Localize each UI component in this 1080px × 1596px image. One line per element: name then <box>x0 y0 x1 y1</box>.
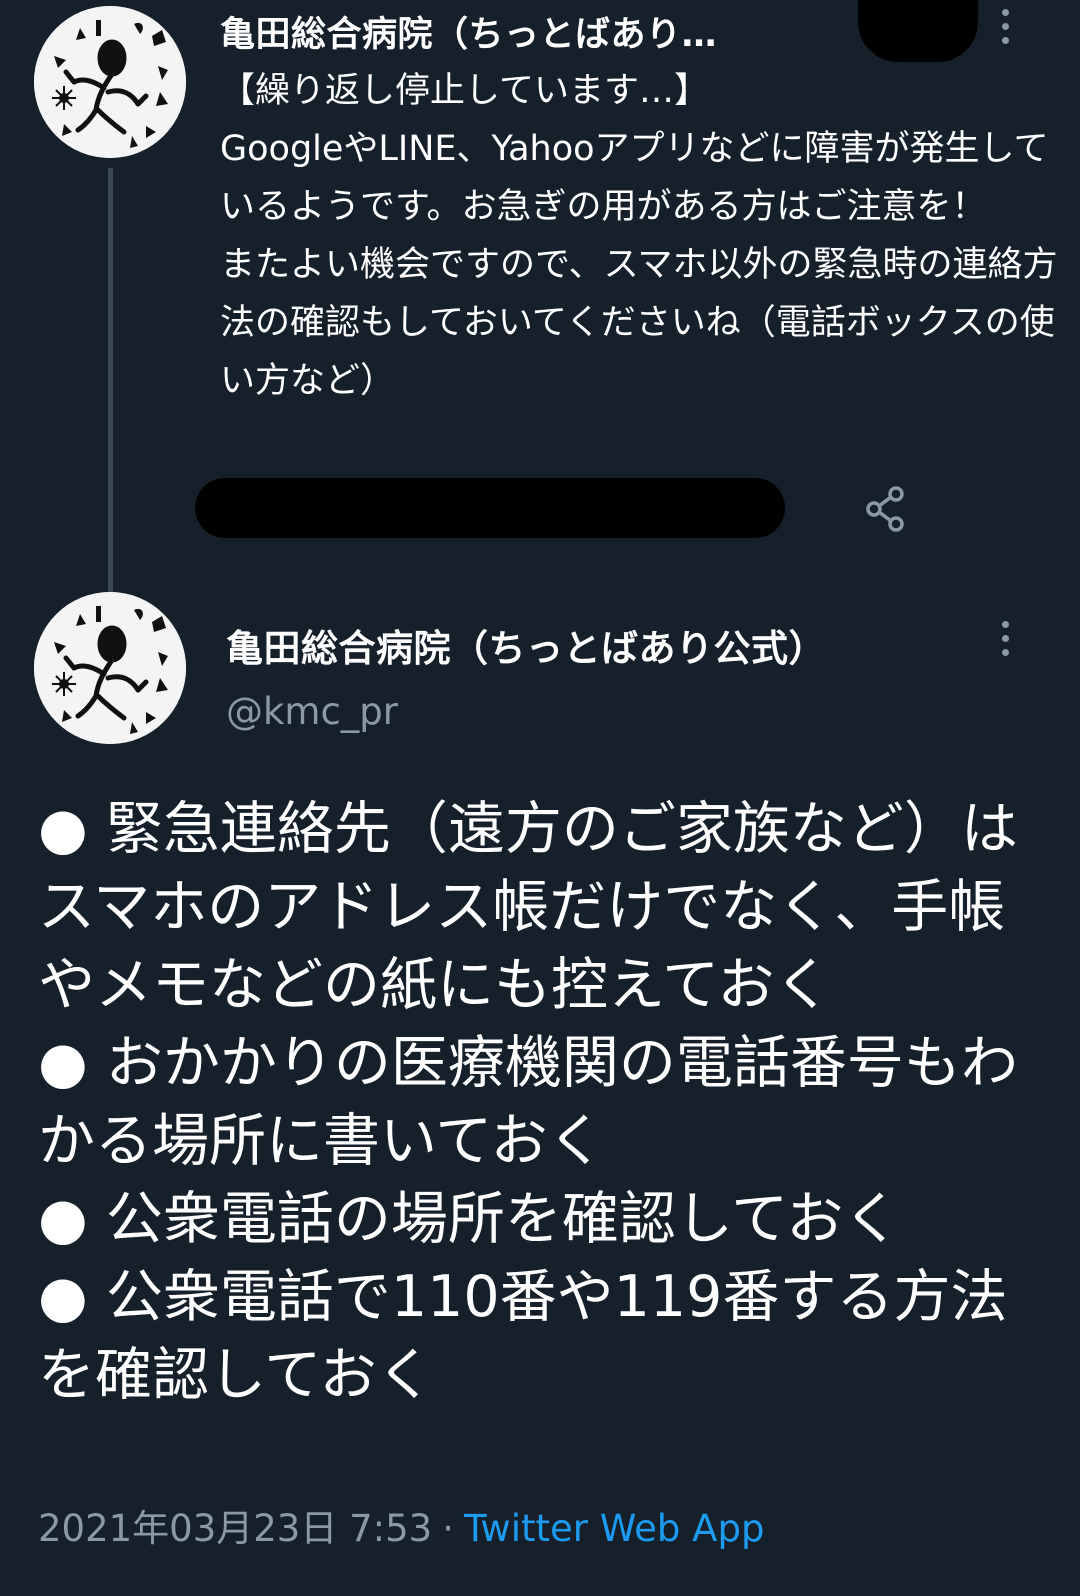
more-vertical-icon <box>1001 620 1009 628</box>
more-vertical-icon <box>1001 8 1009 16</box>
tweet1-avatar[interactable] <box>34 6 186 158</box>
tweet-source-link[interactable]: Twitter Web App <box>464 1507 764 1550</box>
tweet2-display-name[interactable]: 亀田総合病院（ちっとばあり公式） <box>226 618 826 672</box>
tribal-figure-avatar-icon <box>34 592 186 744</box>
tweet2-more-button[interactable] <box>990 614 1020 662</box>
share-button[interactable] <box>862 484 912 534</box>
tweet1-text: 【繰り返し停止しています…】 GoogleやLINE、Yahooアプリなどに障害… <box>220 71 1058 401</box>
tweet2-handle[interactable]: @kmc_pr <box>226 690 398 733</box>
tweet-metadata: 2021年03月23日 7:53 · Twitter Web App <box>38 1498 764 1552</box>
redaction-mark <box>858 0 978 62</box>
tribal-figure-avatar-icon <box>34 6 186 158</box>
meta-separator: · <box>442 1507 454 1550</box>
tweet-timestamp[interactable]: 2021年03月23日 7:53 <box>38 1507 432 1550</box>
tweet1-more-button[interactable] <box>990 2 1020 50</box>
tweet2-avatar[interactable] <box>34 592 186 744</box>
redaction-mark <box>195 478 785 538</box>
tweet1-display-name[interactable]: 亀田総合病院（ちっとばあり… <box>220 6 717 57</box>
thread-connector-line <box>108 168 113 596</box>
share-icon <box>866 486 904 532</box>
tweet2-text: ● 緊急連絡先（遠方のご家族など）はスマホのアドレス帳だけでなく、手帳やメモなど… <box>38 796 1018 1408</box>
